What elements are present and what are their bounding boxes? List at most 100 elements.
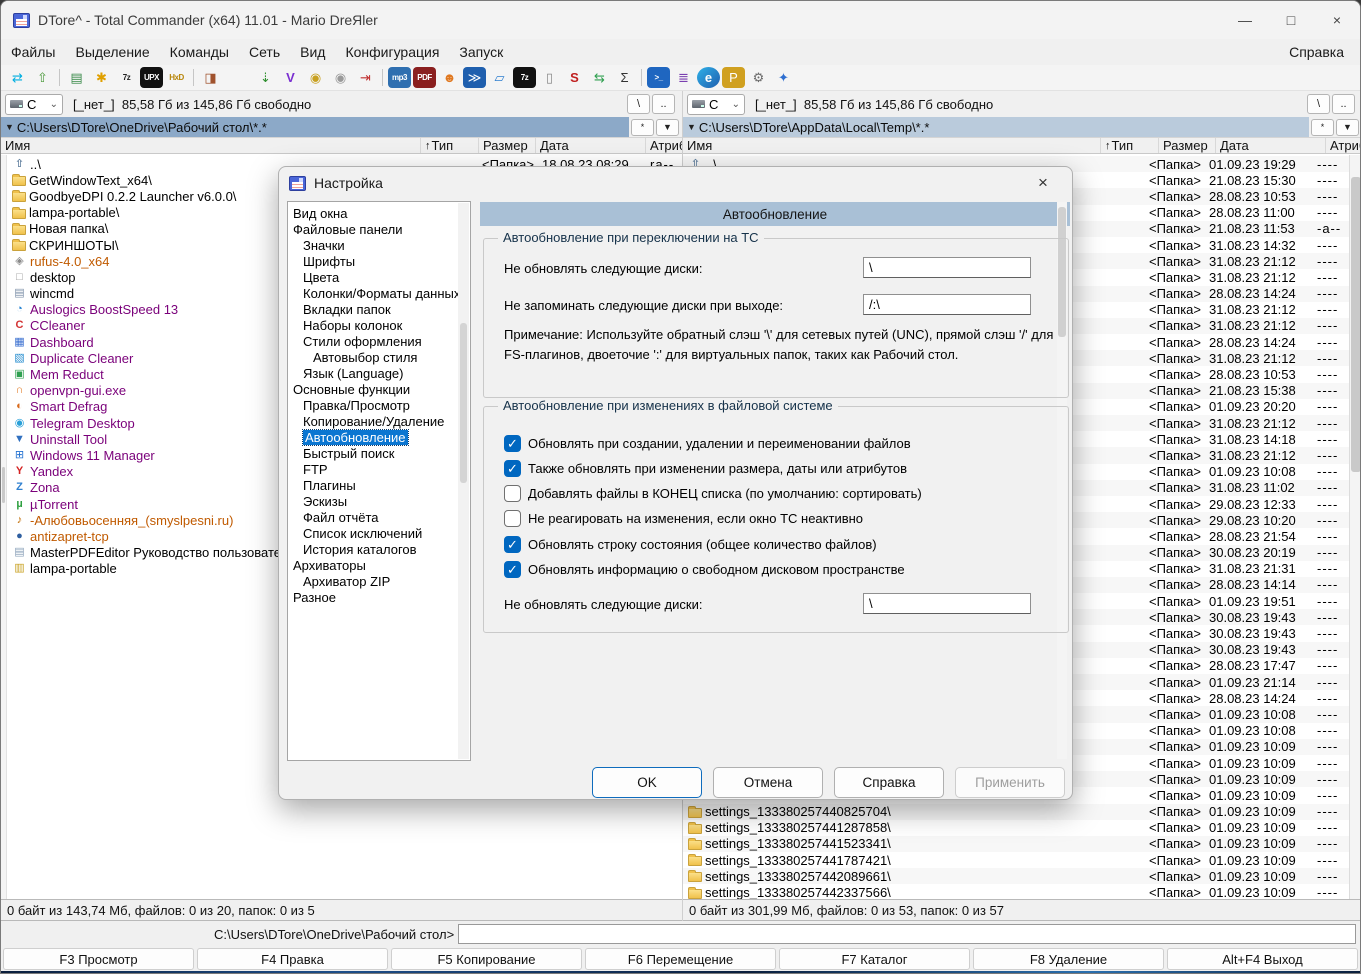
menu-item[interactable]: Команды: [160, 42, 239, 62]
powershell-icon[interactable]: ≫: [463, 67, 486, 88]
separator[interactable]: [382, 69, 383, 86]
settings-tree-item[interactable]: Копирование/Удаление: [288, 414, 470, 430]
checkbox-icon[interactable]: [504, 560, 521, 578]
settings-tree-item[interactable]: Эскизы: [288, 494, 470, 510]
parent-dir-icon[interactable]: ⇧: [31, 67, 54, 88]
checkbox-icon[interactable]: [504, 459, 521, 477]
v-app-icon[interactable]: V: [279, 67, 302, 88]
notes-icon[interactable]: ▤: [65, 67, 88, 88]
checkbox-icon[interactable]: [504, 484, 521, 502]
book-icon[interactable]: ▯: [538, 67, 561, 88]
column-header-date[interactable]: Дата: [536, 138, 646, 153]
hxd-icon[interactable]: HxD: [165, 67, 188, 88]
settings-tree-item[interactable]: Колонки/Форматы данных: [288, 286, 470, 302]
function-key-button[interactable]: F6 Перемещение: [585, 948, 776, 970]
function-key-button[interactable]: F7 Каталог: [779, 948, 970, 970]
checkbox-icon[interactable]: [504, 535, 521, 553]
settings-tree-item[interactable]: Шрифты: [288, 254, 470, 270]
7zip-icon[interactable]: 7z: [513, 67, 536, 88]
mp3-tools-icon[interactable]: mp3: [388, 67, 411, 88]
close-button[interactable]: ×: [1314, 1, 1360, 39]
column-header-size[interactable]: Размер: [1159, 138, 1216, 153]
sync-icon[interactable]: ⇆: [588, 67, 611, 88]
checkbox-option[interactable]: Обновлять информацию о свободном дисково…: [504, 559, 905, 579]
no-refresh-drives-input[interactable]: [863, 257, 1031, 278]
function-key-button[interactable]: F8 Удаление: [973, 948, 1164, 970]
refresh-icon[interactable]: ⇄: [6, 67, 29, 88]
command-line-input[interactable]: [458, 924, 1356, 944]
checkbox-option[interactable]: Также обновлять при изменении размера, д…: [504, 458, 907, 478]
separator[interactable]: [59, 69, 60, 86]
cancel-button[interactable]: Отмена: [713, 767, 823, 798]
function-key-button[interactable]: F4 Правка: [197, 948, 388, 970]
settings-tree-item[interactable]: Файловые панели: [288, 222, 470, 238]
function-key-button[interactable]: F3 Просмотр: [3, 948, 194, 970]
parent-dir-button[interactable]: ..: [652, 94, 675, 114]
s-app-icon[interactable]: S: [563, 67, 586, 88]
menu-item[interactable]: Сеть: [239, 42, 290, 62]
menu-item[interactable]: Вид: [290, 42, 335, 62]
column-header-type[interactable]: ↑ Тип: [421, 138, 479, 153]
dialog-close-icon[interactable]: ×: [1028, 173, 1058, 193]
menu-item[interactable]: Выделение: [65, 42, 159, 62]
file-row[interactable]: settings_133380257442337566\ <Папка> 01.…: [683, 884, 1349, 899]
scrollbar-thumb[interactable]: [460, 323, 467, 483]
file-row[interactable]: settings_133380257440825704\ <Папка> 01.…: [683, 803, 1349, 820]
left-path-bar[interactable]: ▼ C:\Users\DTore\OneDrive\Рабочий стол\*…: [1, 117, 629, 137]
minimize-button[interactable]: —: [1222, 1, 1268, 39]
globe-icon[interactable]: ✦: [772, 67, 795, 88]
no-refresh-drives-input-2[interactable]: [863, 593, 1031, 614]
settings-tree-item[interactable]: Наборы колонок: [288, 318, 470, 334]
settings-tree-item[interactable]: Правка/Просмотр: [288, 398, 470, 414]
checkbox-option[interactable]: Обновлять строку состояния (общее количе…: [504, 534, 877, 554]
settings-tree-item[interactable]: Основные функции: [288, 382, 470, 398]
parent-dir-button[interactable]: ..: [1332, 94, 1355, 114]
column-header-attr[interactable]: Атрибуты: [1326, 138, 1360, 153]
settings-tree-item[interactable]: Архиваторы: [288, 558, 470, 574]
edge-icon[interactable]: e: [697, 67, 720, 88]
column-header-name[interactable]: Имя: [683, 138, 1101, 153]
history-button[interactable]: ▼: [1336, 118, 1359, 136]
upx-shell-icon[interactable]: UPX: [140, 67, 163, 88]
favorites-button[interactable]: *: [1311, 118, 1334, 136]
file-gear-icon[interactable]: ⚙: [747, 67, 770, 88]
settings-tree-item[interactable]: Цвета: [288, 270, 470, 286]
menu-item-help[interactable]: Справка: [1273, 42, 1360, 62]
packer-settings-icon[interactable]: ✱: [90, 67, 113, 88]
root-dir-button[interactable]: \: [1307, 94, 1330, 114]
settings-tree-item[interactable]: Быстрый поиск: [288, 446, 470, 462]
settings-tree-item[interactable]: Плагины: [288, 478, 470, 494]
checkbox-icon[interactable]: [504, 434, 521, 452]
exit-door-icon[interactable]: ◨: [199, 67, 222, 88]
right-drive-selector[interactable]: C ⌄: [687, 93, 745, 115]
separator[interactable]: [641, 69, 642, 86]
history-button[interactable]: ▼: [656, 118, 679, 136]
settings-tree-item[interactable]: Вид окна: [288, 206, 470, 222]
separator[interactable]: [193, 69, 194, 86]
settings-tree-item[interactable]: Файл отчёта: [288, 510, 470, 526]
menu-item[interactable]: Файлы: [1, 42, 65, 62]
checkbox-option[interactable]: Добавлять файлы в КОНЕЦ списка (по умолч…: [504, 483, 922, 503]
checkbox-option[interactable]: Не реагировать на изменения, если окно Т…: [504, 508, 863, 528]
scrollbar-thumb[interactable]: [1351, 177, 1360, 472]
maximize-button[interactable]: □: [1268, 1, 1314, 39]
pdf-icon[interactable]: PDF: [413, 67, 436, 88]
favorites-button[interactable]: *: [631, 118, 654, 136]
menu-item[interactable]: Конфигурация: [335, 42, 449, 62]
menu-item[interactable]: Запуск: [449, 42, 513, 62]
column-header-type[interactable]: ↑ Тип: [1101, 138, 1159, 153]
password-key-icon[interactable]: P: [722, 67, 745, 88]
checkbox-option[interactable]: Обновлять при создании, удалении и переи…: [504, 433, 911, 453]
column-header-date[interactable]: Дата: [1216, 138, 1326, 153]
column-header-attr[interactable]: Атрибуты: [646, 138, 682, 153]
settings-tree-item[interactable]: Стили оформления: [288, 334, 470, 350]
settings-tree-item[interactable]: Значки: [288, 238, 470, 254]
winrar-icon[interactable]: ≣: [672, 67, 695, 88]
scrollbar-thumb[interactable]: [2, 467, 5, 503]
settings-tree-item[interactable]: Разное: [288, 590, 470, 606]
file-row[interactable]: settings_133380257441287858\ <Папка> 01.…: [683, 820, 1349, 836]
spacer[interactable]: [224, 67, 252, 88]
function-key-button[interactable]: Alt+F4 Выход: [1167, 948, 1358, 970]
column-header-name[interactable]: Имя: [1, 138, 421, 153]
tree-scrollbar[interactable]: [458, 203, 469, 759]
